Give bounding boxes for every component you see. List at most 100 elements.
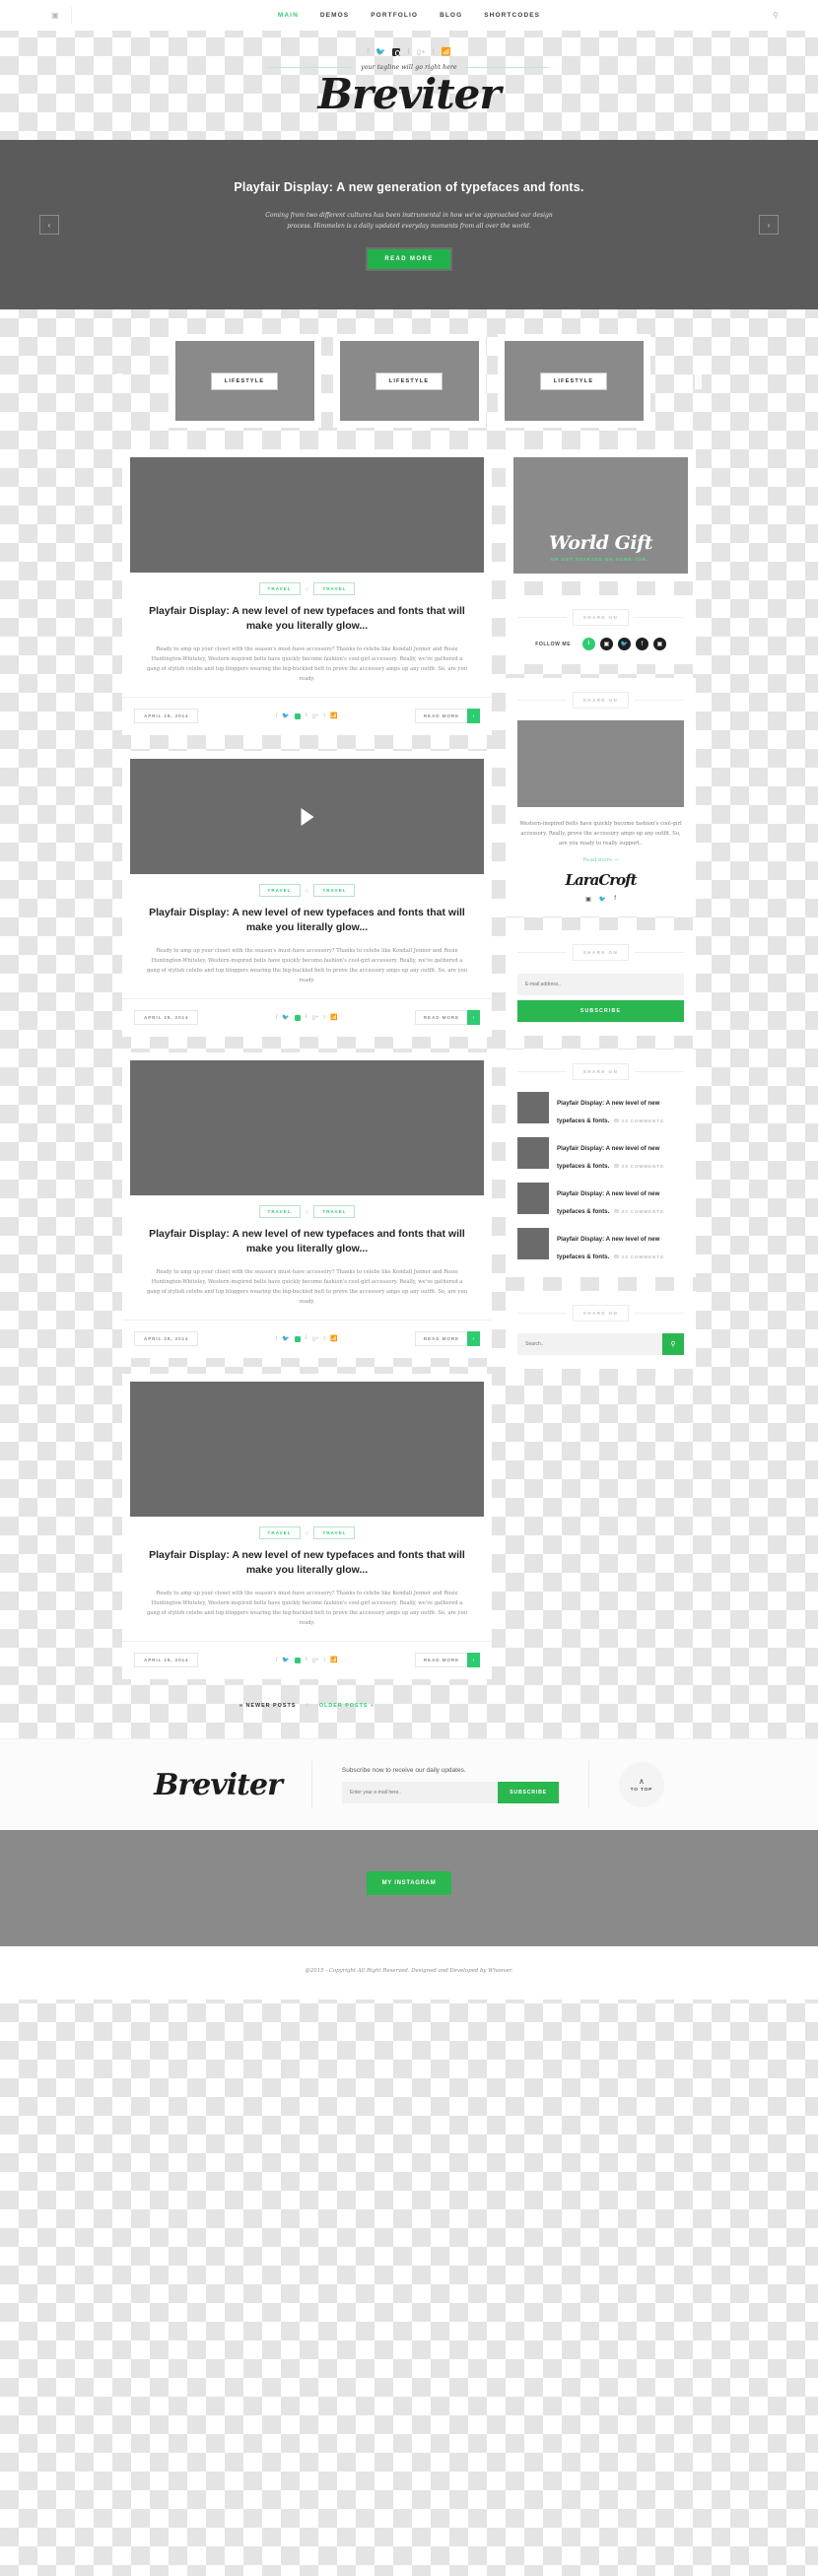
search-input[interactable]: [517, 1332, 662, 1355]
post-tag[interactable]: TRAVEL: [313, 582, 356, 596]
instagram-icon[interactable]: ▣: [39, 11, 71, 20]
nav-item-portfolio[interactable]: PORTFOLIO: [371, 12, 418, 19]
post-read-more-arrow[interactable]: ›: [467, 1653, 480, 1668]
tumblr-icon[interactable]: t: [323, 1658, 325, 1663]
twitter-icon[interactable]: 🐦: [617, 638, 631, 651]
post-title[interactable]: Playfair Display: A new level of new typ…: [142, 1227, 472, 1256]
my-instagram-button[interactable]: MY INSTAGRAM: [366, 1871, 452, 1896]
pinterest-icon[interactable]: 𝐢: [306, 1657, 307, 1663]
google-plus-icon[interactable]: g+: [312, 1658, 319, 1663]
post-tag[interactable]: TRAVEL: [258, 884, 301, 898]
post-tag[interactable]: TRAVEL: [258, 1205, 301, 1219]
facebook-icon[interactable]: f: [635, 638, 648, 651]
twitter-icon[interactable]: 🐦: [282, 1657, 289, 1663]
hero-next-arrow[interactable]: ›: [759, 215, 779, 236]
instagram-icon[interactable]: [294, 1335, 301, 1342]
post-title[interactable]: Playfair Display: A new level of new typ…: [142, 1548, 472, 1578]
rss-icon[interactable]: 📶: [330, 712, 337, 719]
instagram-icon[interactable]: [294, 1657, 301, 1663]
pinterest-icon[interactable]: 𝐢: [581, 638, 595, 651]
twitter-icon[interactable]: 🐦: [282, 1335, 289, 1342]
tumblr-icon[interactable]: t: [323, 713, 325, 719]
post-tag[interactable]: TRAVEL: [313, 1526, 356, 1540]
popular-post-item[interactable]: Playfair Display: A new level of new typ…: [517, 1227, 684, 1263]
search-submit-button[interactable]: ⚲: [662, 1332, 684, 1355]
rss-icon[interactable]: 📶: [330, 1657, 337, 1663]
twitter-icon[interactable]: 🐦: [599, 896, 606, 903]
post-read-more-button[interactable]: READ MORE: [414, 709, 467, 724]
facebook-icon[interactable]: f: [367, 48, 369, 56]
nav-item-shortcodes[interactable]: SHORTCODES: [484, 12, 540, 19]
post-tag[interactable]: TRAVEL: [313, 884, 356, 898]
post-video-thumbnail[interactable]: [122, 751, 492, 875]
tumblr-icon[interactable]: t: [323, 1015, 325, 1021]
pinterest-icon[interactable]: 𝐢: [407, 48, 409, 56]
to-top-button[interactable]: ∧ TO TOP: [618, 1762, 664, 1808]
post-read-more-arrow[interactable]: ›: [467, 1331, 480, 1347]
category-card[interactable]: LIFESTYLE: [168, 334, 321, 429]
footer-email-input[interactable]: [341, 1781, 499, 1803]
instagram-icon[interactable]: [294, 1014, 301, 1021]
pinterest-icon[interactable]: 𝐢: [306, 712, 307, 719]
facebook-icon[interactable]: f: [614, 896, 616, 903]
post-read-more-arrow[interactable]: ›: [467, 1010, 480, 1026]
nav-item-demos[interactable]: DEMOS: [320, 12, 349, 19]
footer-subscribe-button[interactable]: SUBSCRIBE: [498, 1781, 559, 1803]
instagram-icon[interactable]: [294, 712, 301, 719]
twitter-icon[interactable]: 🐦: [375, 48, 385, 56]
post-read-more-button[interactable]: READ MORE: [414, 1653, 467, 1668]
category-card[interactable]: LIFESTYLE: [332, 334, 486, 429]
facebook-icon[interactable]: f: [276, 1336, 278, 1342]
rss-icon[interactable]: 📶: [442, 48, 451, 56]
rss-icon[interactable]: 📶: [330, 1335, 337, 1342]
post-read-more-button[interactable]: READ MORE: [414, 1010, 467, 1026]
twitter-icon[interactable]: 🐦: [282, 1014, 289, 1021]
newer-posts-link[interactable]: « NEWER POSTS: [239, 1703, 296, 1709]
popular-post-item[interactable]: Playfair Display: A new level of new typ…: [517, 1136, 684, 1173]
category-next-arrow[interactable]: [695, 373, 702, 389]
play-icon[interactable]: [301, 807, 313, 826]
promo-banner[interactable]: World Gift OR GET STARTED ON SOME JOB..: [506, 449, 696, 582]
category-card[interactable]: LIFESTYLE: [497, 334, 650, 429]
google-plus-icon[interactable]: g+: [312, 1015, 319, 1021]
tumblr-icon[interactable]: t: [323, 1336, 325, 1342]
instagram-icon[interactable]: ▣: [585, 896, 591, 903]
facebook-icon[interactable]: f: [276, 1015, 278, 1021]
pinterest-icon[interactable]: 𝐢: [306, 1335, 307, 1342]
popular-post-item[interactable]: Playfair Display: A new level of new typ…: [517, 1091, 684, 1127]
facebook-icon[interactable]: f: [276, 713, 278, 719]
post-featured-image[interactable]: [122, 1052, 492, 1196]
post-tag[interactable]: TRAVEL: [258, 1526, 301, 1540]
newsletter-subscribe-button[interactable]: SUBSCRIBE: [517, 999, 684, 1022]
popular-post-item[interactable]: Playfair Display: A new level of new typ…: [517, 1182, 684, 1218]
google-plus-icon[interactable]: g+: [417, 48, 426, 56]
newsletter-email-input[interactable]: [517, 973, 684, 995]
post-read-more-arrow[interactable]: ›: [467, 709, 480, 724]
nav-item-main[interactable]: MAIN: [278, 12, 299, 19]
hero-read-more-button[interactable]: READ MORE: [366, 246, 452, 271]
post-featured-image[interactable]: [122, 449, 492, 574]
older-posts-link[interactable]: OLDER POSTS »: [319, 1703, 375, 1709]
footer-logo[interactable]: Breviter: [154, 1768, 283, 1802]
post-tag[interactable]: TRAVEL: [313, 1205, 356, 1219]
tumblr-icon[interactable]: t: [433, 48, 435, 56]
post-title[interactable]: Playfair Display: A new level of new typ…: [142, 906, 472, 935]
nav-item-blog[interactable]: BLOG: [440, 12, 462, 19]
post-title[interactable]: Playfair Display: A new level of new typ…: [142, 604, 472, 634]
site-logo[interactable]: Breviter: [0, 72, 818, 116]
instagram-icon[interactable]: ▣: [599, 638, 613, 651]
post-read-more-button[interactable]: READ MORE: [414, 1331, 467, 1347]
google-plus-icon[interactable]: g+: [312, 713, 319, 719]
twitter-icon[interactable]: 🐦: [282, 712, 289, 719]
about-read-more-link[interactable]: Read more →: [517, 857, 684, 863]
post-featured-image[interactable]: [122, 1374, 492, 1518]
search-icon[interactable]: ⚲: [773, 11, 779, 20]
category-prev-arrow[interactable]: [116, 373, 123, 389]
google-plus-icon[interactable]: g+: [312, 1336, 319, 1342]
instagram-icon[interactable]: [392, 48, 401, 56]
instagram-icon[interactable]: ▣: [652, 638, 666, 651]
facebook-icon[interactable]: f: [276, 1658, 278, 1663]
rss-icon[interactable]: 📶: [330, 1014, 337, 1021]
post-tag[interactable]: TRAVEL: [258, 582, 301, 596]
hero-prev-arrow[interactable]: ‹: [39, 215, 59, 236]
